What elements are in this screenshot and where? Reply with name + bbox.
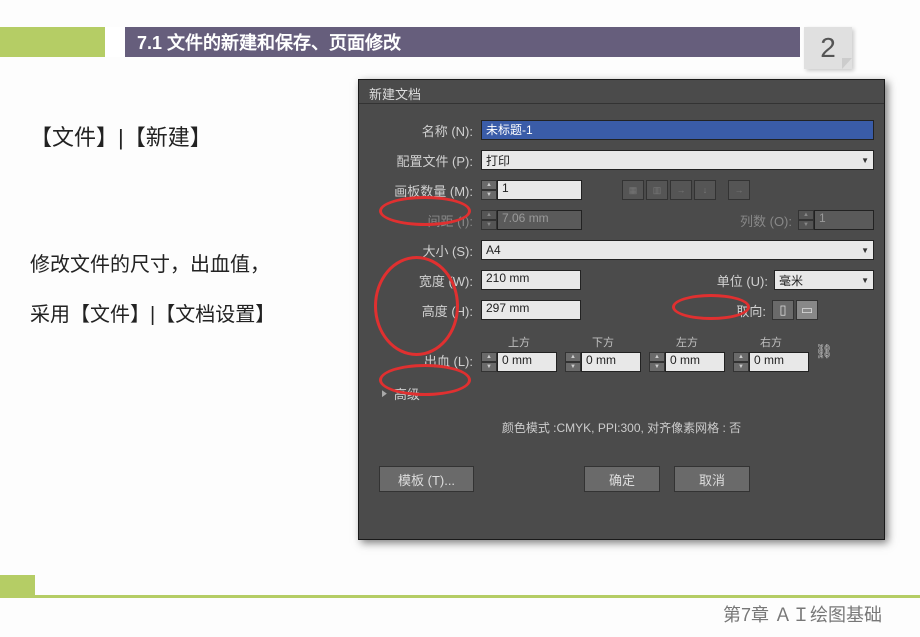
bleed-bottom-input[interactable]: 0 mm — [581, 352, 641, 372]
footer-divider — [0, 595, 920, 598]
color-mode-info: 颜色模式 :CMYK, PPI:300, 对齐像素网格 : 否 — [369, 419, 874, 436]
columns-spinner: ▲▼ — [798, 210, 814, 230]
footer-accent-block — [0, 575, 35, 595]
footer-chapter: 第7章 ＡＩ绘图基础 — [723, 601, 882, 627]
orient-label: 取向: — [697, 301, 772, 320]
grid-row-icon[interactable]: ▦ — [622, 180, 644, 200]
description-text: 修改文件的尺寸，出血值， 采用【文件】|【文档设置】 — [30, 240, 275, 340]
artboards-input[interactable]: 1 — [497, 180, 582, 200]
name-label: 名称 (N): — [369, 121, 481, 140]
slide-title: 7.1 文件的新建和保存、页面修改 — [125, 27, 800, 57]
new-document-dialog: 新建文档 名称 (N): 未标题-1 配置文件 (P): 打印 画板数量 (M)… — [358, 79, 885, 540]
link-bleed-icon[interactable]: ⛓ — [815, 330, 833, 372]
size-dropdown[interactable]: A4 — [481, 240, 874, 260]
advanced-section-header[interactable]: 高级 — [381, 384, 874, 403]
spacing-input: 7.06 mm — [497, 210, 582, 230]
page-corner-fold — [842, 58, 852, 69]
artboards-label: 画板数量 (M): — [369, 181, 481, 200]
arrow-alt-icon[interactable]: → — [728, 180, 750, 200]
dialog-titlebar: 新建文档 — [359, 80, 884, 104]
size-label: 大小 (S): — [369, 241, 481, 260]
header-spacer — [105, 27, 125, 57]
bleed-left-spinner[interactable]: ▲▼ — [649, 352, 665, 372]
height-label: 高度 (H): — [369, 301, 481, 320]
units-dropdown[interactable]: 毫米 — [774, 270, 874, 290]
bleed-bottom-spinner[interactable]: ▲▼ — [565, 352, 581, 372]
bleed-left-label: 左方 — [649, 334, 725, 350]
desc-line-1: 修改文件的尺寸，出血值， — [30, 240, 275, 290]
cancel-button[interactable]: 取消 — [674, 466, 750, 492]
template-button[interactable]: 模板 (T)... — [379, 466, 474, 492]
profile-dropdown[interactable]: 打印 — [481, 150, 874, 170]
height-input[interactable]: 297 mm — [481, 300, 581, 320]
bleed-left-input[interactable]: 0 mm — [665, 352, 725, 372]
bleed-top-spinner[interactable]: ▲▼ — [481, 352, 497, 372]
spacing-spinner: ▲▼ — [481, 210, 497, 230]
columns-input: 1 — [814, 210, 874, 230]
spacing-label: 间距 (I): — [369, 211, 481, 230]
profile-label: 配置文件 (P): — [369, 151, 481, 170]
grid-col-icon[interactable]: ▥ — [646, 180, 668, 200]
orient-landscape-icon[interactable]: ▭ — [796, 300, 818, 320]
orient-portrait-icon[interactable]: ▯ — [772, 300, 794, 320]
menu-path-text: 【文件】|【新建】 — [30, 120, 212, 152]
width-input[interactable]: 210 mm — [481, 270, 581, 290]
artboards-spinner[interactable]: ▲▼ — [481, 180, 497, 200]
ok-button[interactable]: 确定 — [584, 466, 660, 492]
bleed-label: 出血 (L): — [369, 351, 481, 372]
name-input[interactable]: 未标题-1 — [481, 120, 874, 140]
arrow-down-icon[interactable]: ↓ — [694, 180, 716, 200]
bleed-top-input[interactable]: 0 mm — [497, 352, 557, 372]
bleed-right-spinner[interactable]: ▲▼ — [733, 352, 749, 372]
arrow-right-icon[interactable]: → — [670, 180, 692, 200]
bleed-right-label: 右方 — [733, 334, 809, 350]
bleed-right-input[interactable]: 0 mm — [749, 352, 809, 372]
width-label: 宽度 (W): — [369, 271, 481, 290]
desc-line-2: 采用【文件】|【文档设置】 — [30, 290, 275, 340]
header-accent-green — [0, 27, 105, 57]
units-label: 单位 (U): — [699, 271, 774, 290]
bleed-bottom-label: 下方 — [565, 334, 641, 350]
columns-label: 列数 (O): — [723, 211, 798, 230]
bleed-top-label: 上方 — [481, 334, 557, 350]
